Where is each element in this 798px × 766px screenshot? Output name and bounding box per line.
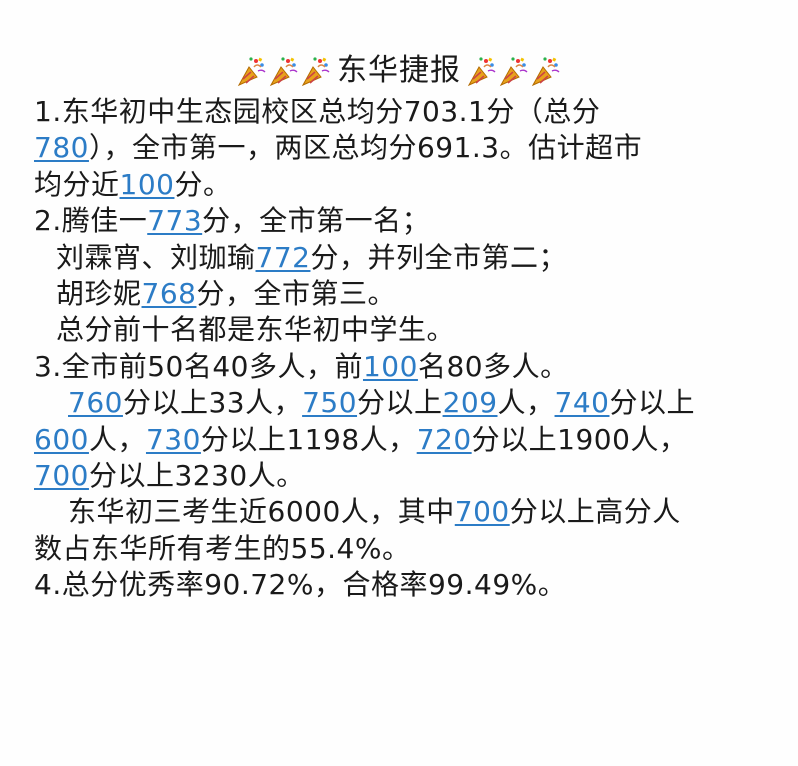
text-segment: 分以上高分人: [509, 495, 681, 529]
text-segment: 人，: [497, 386, 555, 420]
text-line: 东华初三考生近6000人，其中700分以上高分人: [34, 494, 774, 530]
score-link[interactable]: 740: [555, 386, 610, 419]
text-line: 数占东华所有考生的55.4%。: [34, 531, 774, 567]
party-popper-icon: [531, 55, 561, 87]
party-popper-icon: [499, 55, 529, 87]
text-segment: 分，全市第三。: [196, 276, 396, 310]
text-segment: 分以上: [609, 386, 695, 420]
text-segment: 4.总分优秀率90.72%，合格率99.49%。: [34, 568, 567, 602]
text-segment: 1.东华初中生态园校区总均分703.1分（总分: [34, 95, 601, 128]
text-segment: 分以上1900人，: [471, 422, 688, 456]
text-segment: 分，全市第一名；: [202, 204, 431, 238]
score-link[interactable]: 100: [120, 168, 175, 201]
text-line: 3.全市前50名40多人，前100名80多人。: [34, 349, 774, 385]
score-link[interactable]: 773: [147, 204, 202, 237]
score-link[interactable]: 209: [443, 386, 498, 419]
page-title: 东华捷报: [337, 53, 461, 88]
text-line: 刘霖宵、刘珈瑜772分，并列全市第二；: [34, 240, 774, 276]
report-body: 1.东华初中生态园校区总均分703.1分（总分 780），全市第一，两区总均分69…: [34, 94, 774, 603]
title-row: 东华捷报: [0, 50, 798, 92]
text-line: 700分以上3230人。: [34, 458, 774, 494]
score-link[interactable]: 700: [34, 459, 89, 492]
text-line: 780），全市第一，两区总均分691.3。估计超市: [34, 130, 774, 166]
text-line: 4.总分优秀率90.72%，合格率99.49%。: [34, 567, 774, 603]
text-segment: 名80多人。: [417, 349, 569, 383]
score-link[interactable]: 700: [455, 495, 510, 528]
text-segment: 总分前十名都是东华初中学生。: [56, 313, 456, 347]
text-segment: 均分近: [34, 167, 120, 201]
text-line: 胡珍妮768分，全市第三。: [34, 276, 774, 312]
text-segment: 分以上1198人，: [200, 422, 417, 456]
text-segment: 分，并列全市第二；: [310, 240, 567, 274]
text-line: 总分前十名都是东华初中学生。: [34, 312, 774, 348]
score-link[interactable]: 780: [34, 131, 89, 164]
party-popper-icon: [237, 55, 267, 87]
text-segment: 2.腾佳一: [34, 204, 148, 238]
score-link[interactable]: 768: [142, 277, 197, 310]
score-link[interactable]: 600: [34, 423, 89, 456]
party-popper-icon: [467, 55, 497, 87]
document-page: 东华捷报 1.东华初中生态园校区总均分703.1分（总分 780），全市第一，两区…: [0, 0, 798, 766]
text-segment: 人，: [88, 422, 146, 456]
score-link[interactable]: 720: [417, 423, 472, 456]
text-segment: 胡珍妮: [56, 276, 142, 310]
text-segment: 分以上33人，: [122, 386, 303, 420]
text-line: 760分以上33人，750分以上209人，740分以上: [34, 385, 774, 421]
text-segment: ），全市第一，两区总均分691.3。估计超市: [88, 131, 643, 165]
text-segment: 分。: [174, 167, 232, 201]
text-segment: 3.全市前50名40多人，前: [34, 349, 363, 383]
text-line: 均分近100分。: [34, 167, 774, 203]
score-link[interactable]: 730: [146, 423, 201, 456]
text-line: 2.腾佳一773分，全市第一名；: [34, 203, 774, 239]
score-link[interactable]: 760: [68, 386, 123, 419]
text-line: 1.东华初中生态园校区总均分703.1分（总分: [34, 94, 774, 130]
text-segment: 分以上3230人。: [88, 458, 305, 492]
text-segment: 数占东华所有考生的55.4%。: [34, 531, 411, 565]
score-link[interactable]: 772: [256, 241, 311, 274]
text-segment: 东华初三考生近6000人，其中: [68, 495, 455, 529]
party-popper-icon: [301, 55, 331, 87]
score-link[interactable]: 100: [363, 350, 418, 383]
text-line: 600人，730分以上1198人，720分以上1900人，: [34, 422, 774, 458]
text-segment: 分以上: [357, 386, 443, 420]
text-segment: 刘霖宵、刘珈瑜: [56, 240, 256, 274]
score-link[interactable]: 750: [302, 386, 357, 419]
party-popper-icon: [269, 55, 299, 87]
